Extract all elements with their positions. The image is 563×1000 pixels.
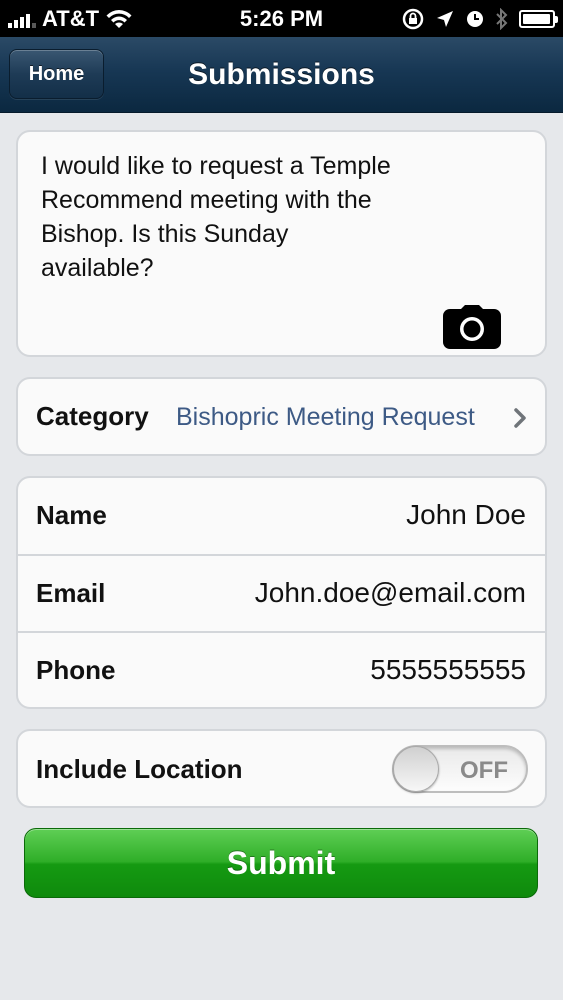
camera-icon[interactable] — [443, 305, 501, 349]
category-label: Category — [36, 401, 149, 431]
rotation-lock-icon — [402, 8, 424, 29]
battery-fill — [523, 13, 550, 24]
include-location-row: Include Location OFF — [16, 729, 547, 808]
battery-icon — [519, 9, 558, 28]
name-field[interactable]: John Doe — [406, 499, 526, 531]
phone-label: Phone — [36, 655, 116, 685]
navigation-bar: Submissions Home — [0, 37, 563, 113]
status-bar: AT&T 5:26 PM — [0, 0, 563, 37]
chevron-right-icon — [514, 408, 526, 428]
email-label: Email — [36, 578, 106, 608]
category-value: Bishopric Meeting Request — [176, 403, 475, 431]
phone-field[interactable]: 5555555555 — [370, 654, 526, 686]
message-textarea[interactable]: I would like to request a Temple Recomme… — [41, 149, 421, 285]
name-label: Name — [36, 500, 107, 530]
include-location-label: Include Location — [36, 754, 243, 784]
phone-row[interactable]: Phone 5555555555 — [18, 633, 545, 710]
email-field[interactable]: John.doe@email.com — [255, 577, 526, 609]
home-button[interactable]: Home — [9, 49, 104, 99]
name-row[interactable]: Name John Doe — [18, 478, 545, 555]
message-card: I would like to request a Temple Recomme… — [16, 130, 547, 357]
include-location-toggle[interactable]: OFF — [392, 745, 528, 793]
toggle-knob[interactable] — [393, 746, 439, 792]
contact-info-card: Name John Doe Email John.doe@email.com P… — [16, 476, 547, 709]
category-row[interactable]: Category Bishopric Meeting Request — [16, 377, 547, 456]
alarm-clock-icon — [467, 10, 483, 27]
submit-button[interactable]: Submit — [24, 828, 538, 898]
bluetooth-icon — [496, 7, 508, 30]
toggle-state-label: OFF — [460, 757, 508, 784]
email-row[interactable]: Email John.doe@email.com — [18, 556, 545, 633]
location-arrow-icon — [437, 10, 453, 27]
status-bar-right — [401, 0, 558, 37]
